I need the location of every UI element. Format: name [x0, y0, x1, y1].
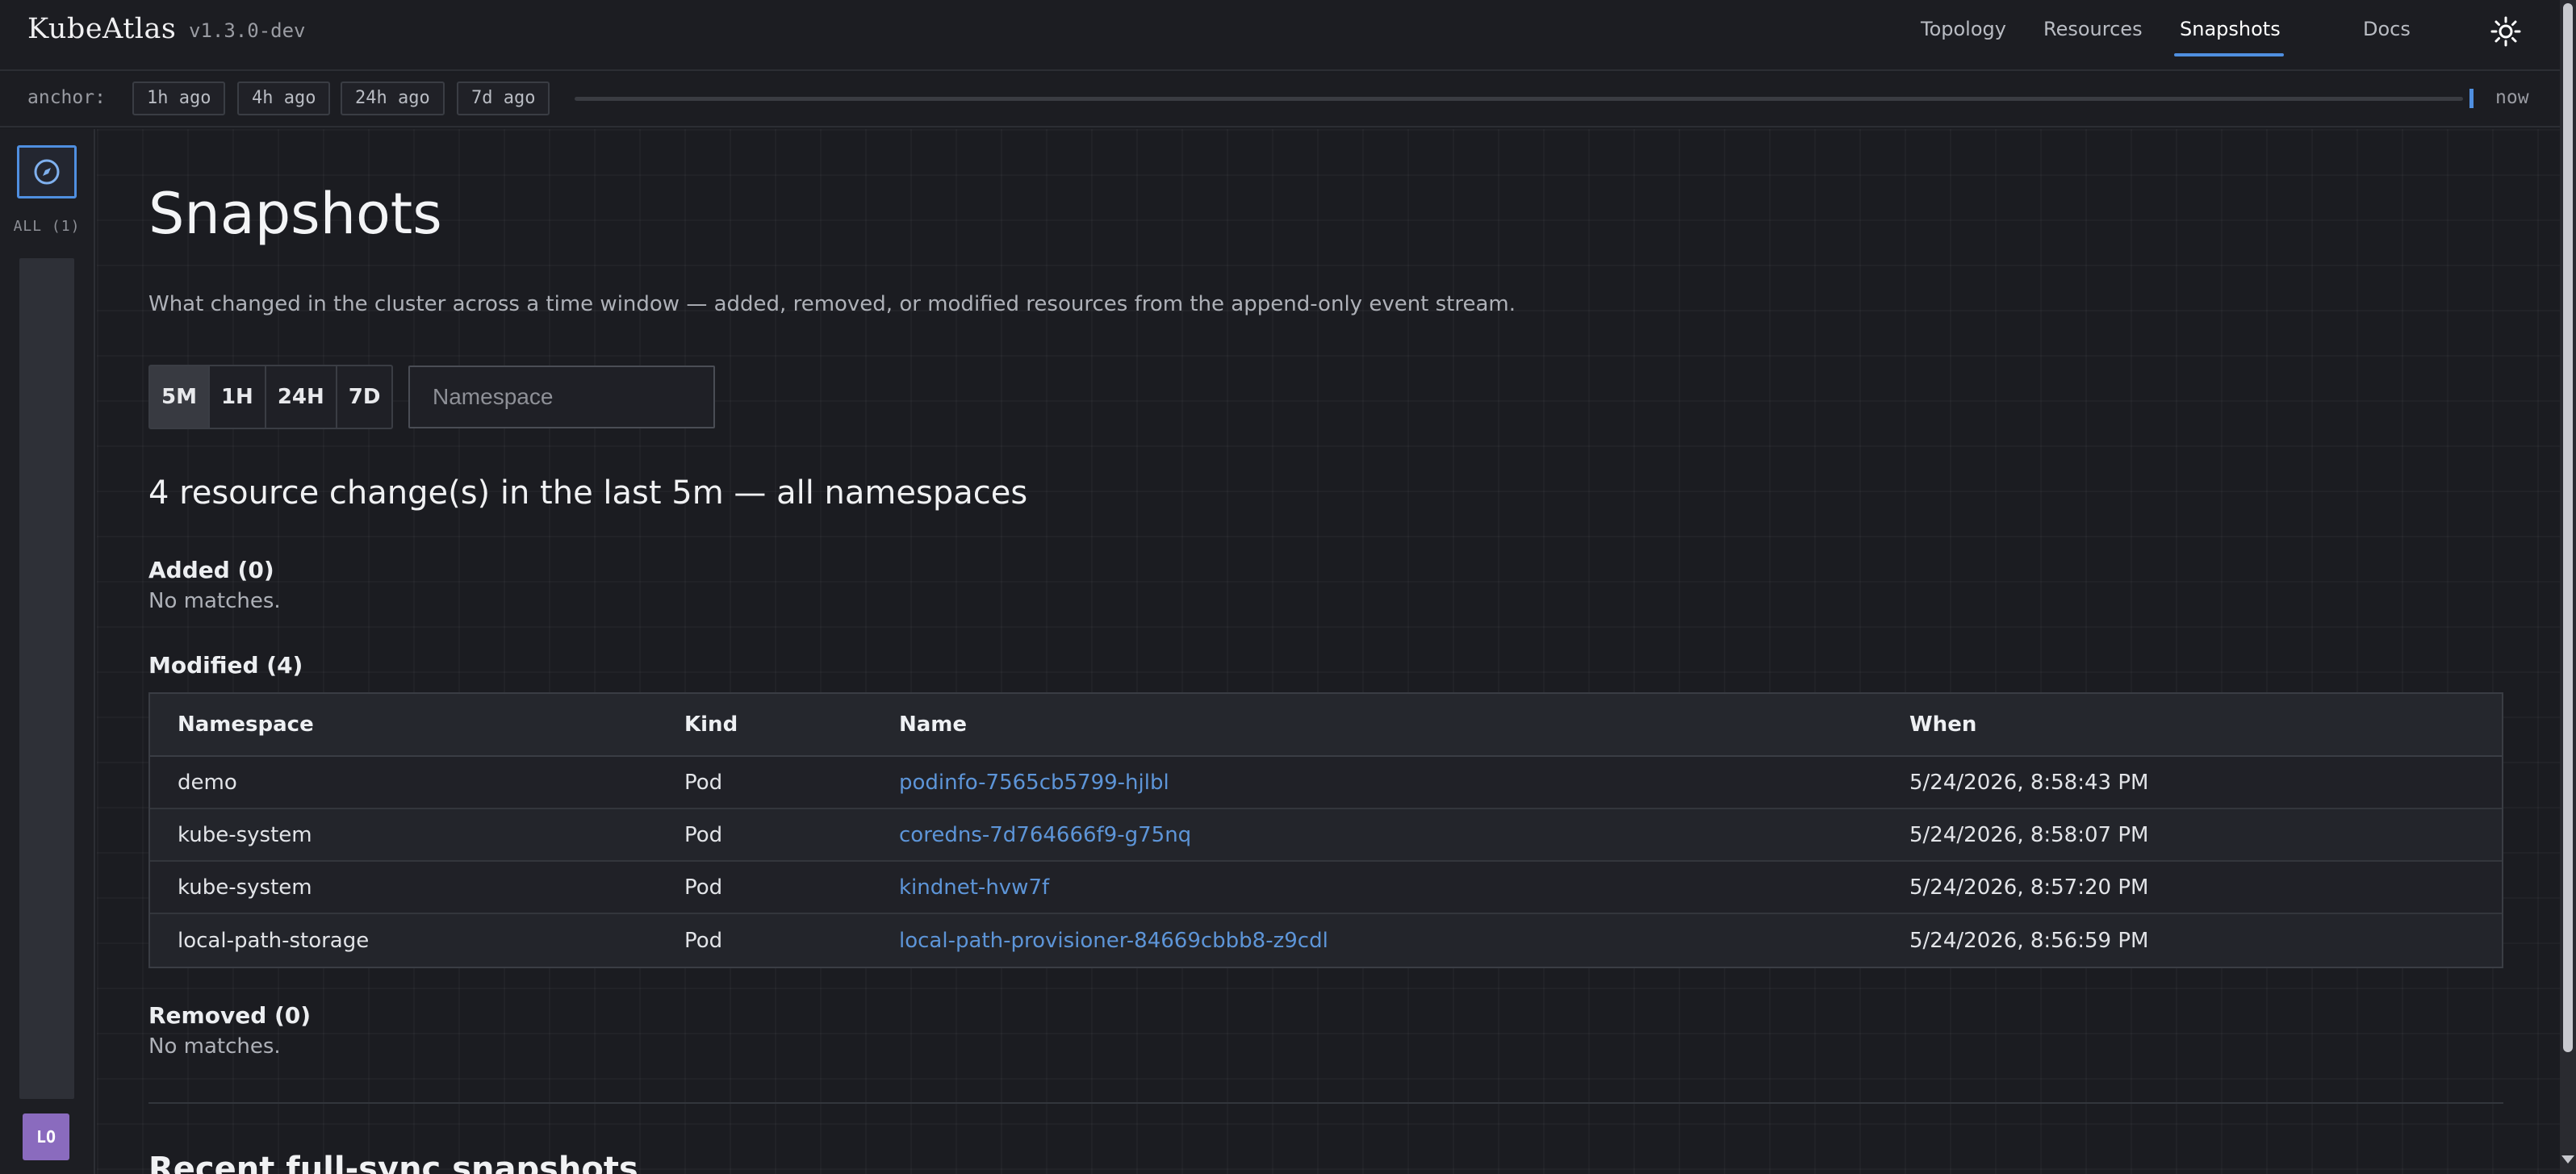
- column-header-namespace: Namespace: [178, 712, 314, 737]
- resource-name-link[interactable]: coredns-7d764666f9-g75nq: [899, 823, 1191, 847]
- page-title: Snapshots: [148, 181, 442, 247]
- row-kind: Pod: [684, 770, 723, 795]
- nav-topology[interactable]: Topology: [1921, 18, 2006, 40]
- row-timestamp: 5/24/2026, 8:58:43 PM: [1909, 770, 2149, 795]
- recent-snapshots-heading: Recent full-sync snapshots: [148, 1151, 638, 1174]
- anchor-chip-24h[interactable]: 24h ago: [341, 81, 445, 115]
- row-kind: Pod: [684, 928, 723, 953]
- removed-section-title: Removed (0): [148, 1002, 312, 1029]
- window-24h-button[interactable]: 24H: [266, 366, 337, 428]
- row-timestamp: 5/24/2026, 8:58:07 PM: [1909, 822, 2149, 847]
- row-namespace: kube-system: [178, 822, 312, 847]
- table-header: Namespace Kind Name When: [150, 694, 2502, 757]
- row-timestamp: 5/24/2026, 8:56:59 PM: [1909, 928, 2149, 953]
- table-row: local-path-storage Pod local-path-provis…: [150, 914, 2502, 967]
- table-row: demo Pod podinfo-7565cb5799-hjlbl 5/24/2…: [150, 757, 2502, 809]
- row-timestamp: 5/24/2026, 8:57:20 PM: [1909, 875, 2149, 900]
- scrollbar-thumb[interactable]: [2563, 3, 2573, 1052]
- compass-icon[interactable]: [17, 145, 77, 198]
- column-header-name: Name: [899, 712, 968, 737]
- added-section-title: Added (0): [148, 557, 274, 583]
- row-namespace: local-path-storage: [178, 928, 370, 953]
- nav-resources[interactable]: Resources: [2043, 18, 2143, 40]
- window-1h-button[interactable]: 1H: [210, 366, 266, 428]
- timeline-slider[interactable]: [575, 97, 2463, 101]
- modified-section-title: Modified (4): [148, 652, 303, 679]
- rail-list-area[interactable]: [19, 258, 74, 1099]
- column-header-when: When: [1909, 712, 1977, 737]
- anchor-chip-4h[interactable]: 4h ago: [237, 81, 331, 115]
- top-navbar: KubeAtlas v1.3.0-dev Topology Resources …: [0, 0, 2560, 71]
- modified-table: Namespace Kind Name When demo Pod podinf…: [148, 692, 2503, 968]
- resource-name-link[interactable]: local-path-provisioner-84669cbbb8-z9cdl: [899, 929, 1328, 953]
- sun-icon[interactable]: [2490, 16, 2521, 47]
- anchor-chip-7d[interactable]: 7d ago: [457, 81, 550, 115]
- section-divider: [148, 1102, 2503, 1104]
- changes-summary-heading: 4 resource change(s) in the last 5m — al…: [148, 474, 1028, 512]
- anchor-timeline: anchor: 1h ago 4h ago 24h ago 7d ago now: [0, 73, 2560, 127]
- nav-active-indicator: [2174, 53, 2284, 56]
- nav-snapshots[interactable]: Snapshots: [2180, 18, 2281, 40]
- window-5m-button[interactable]: 5M: [150, 366, 210, 428]
- anchor-now-label: now: [2495, 87, 2529, 108]
- app-version: v1.3.0-dev: [189, 19, 306, 42]
- row-kind: Pod: [684, 875, 723, 900]
- table-row: kube-system Pod kindnet-hvw7f 5/24/2026,…: [150, 862, 2502, 914]
- nav-docs[interactable]: Docs: [2363, 18, 2411, 40]
- app-logo[interactable]: KubeAtlas: [27, 13, 176, 45]
- avatar[interactable]: LO: [23, 1113, 69, 1160]
- resource-name-link[interactable]: kindnet-hvw7f: [899, 875, 1049, 900]
- time-window-selector: 5M 1H 24H 7D: [148, 365, 394, 429]
- removed-empty-text: No matches.: [148, 1034, 281, 1059]
- rail-all-filter[interactable]: ALL (1): [0, 218, 94, 235]
- namespace-input[interactable]: [408, 366, 715, 428]
- left-rail: ALL (1) LO: [0, 129, 95, 1174]
- scroll-down-arrow-icon[interactable]: [2561, 1155, 2574, 1164]
- row-namespace: demo: [178, 770, 237, 795]
- anchor-label: anchor:: [27, 87, 106, 108]
- window-7d-button[interactable]: 7D: [337, 366, 392, 428]
- row-kind: Pod: [684, 822, 723, 847]
- page-description: What changed in the cluster across a tim…: [148, 292, 1516, 316]
- table-row: kube-system Pod coredns-7d764666f9-g75nq…: [150, 809, 2502, 862]
- resource-name-link[interactable]: podinfo-7565cb5799-hjlbl: [899, 771, 1169, 795]
- anchor-chip-1h[interactable]: 1h ago: [132, 81, 226, 115]
- main-content: Snapshots What changed in the cluster ac…: [97, 129, 2560, 1174]
- row-namespace: kube-system: [178, 875, 312, 900]
- timeline-handle[interactable]: [2469, 89, 2474, 108]
- column-header-kind: Kind: [684, 712, 738, 737]
- added-empty-text: No matches.: [148, 589, 281, 613]
